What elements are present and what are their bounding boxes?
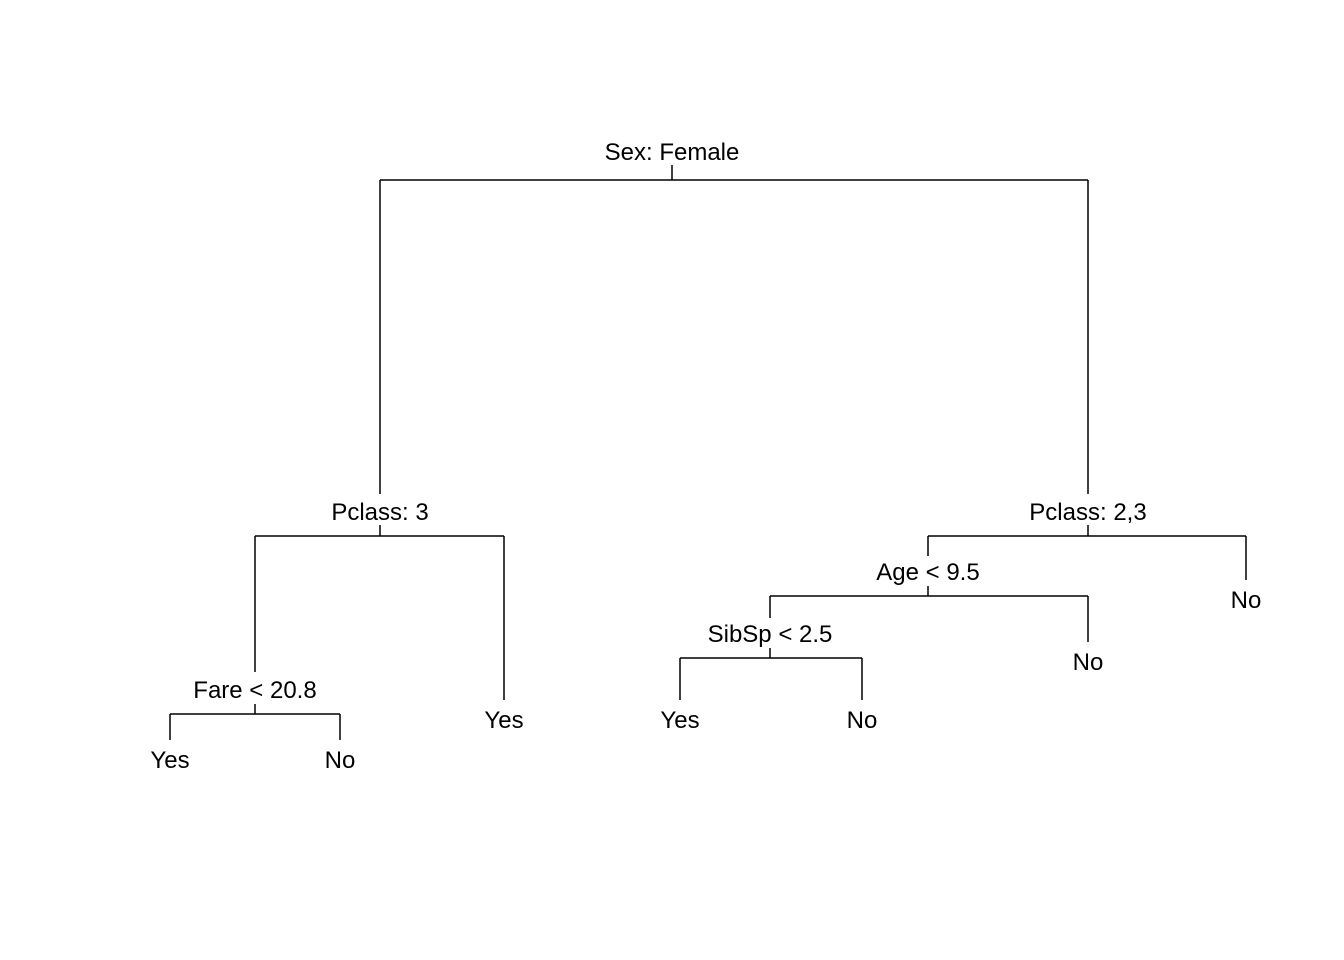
leaf-yes-2: Yes [484,707,523,734]
sibsp-split-label: SibSp < 2.5 [708,621,833,648]
age-split-label: Age < 9.5 [876,559,979,586]
leaf-no-2: No [847,707,878,734]
leaf-no-4: No [1231,587,1262,614]
decision-tree-diagram: Sex: Female Pclass: 3 Fare < 20.8 Yes No… [0,0,1344,960]
left-split-label: Pclass: 3 [331,499,428,526]
right-split-label: Pclass: 2,3 [1029,499,1146,526]
leaf-no-1: No [325,747,356,774]
leaf-no-3: No [1073,649,1104,676]
leaf-yes-3: Yes [660,707,699,734]
leaf-yes-1: Yes [150,747,189,774]
root-split-label: Sex: Female [605,139,740,166]
fare-split-label: Fare < 20.8 [193,677,316,704]
